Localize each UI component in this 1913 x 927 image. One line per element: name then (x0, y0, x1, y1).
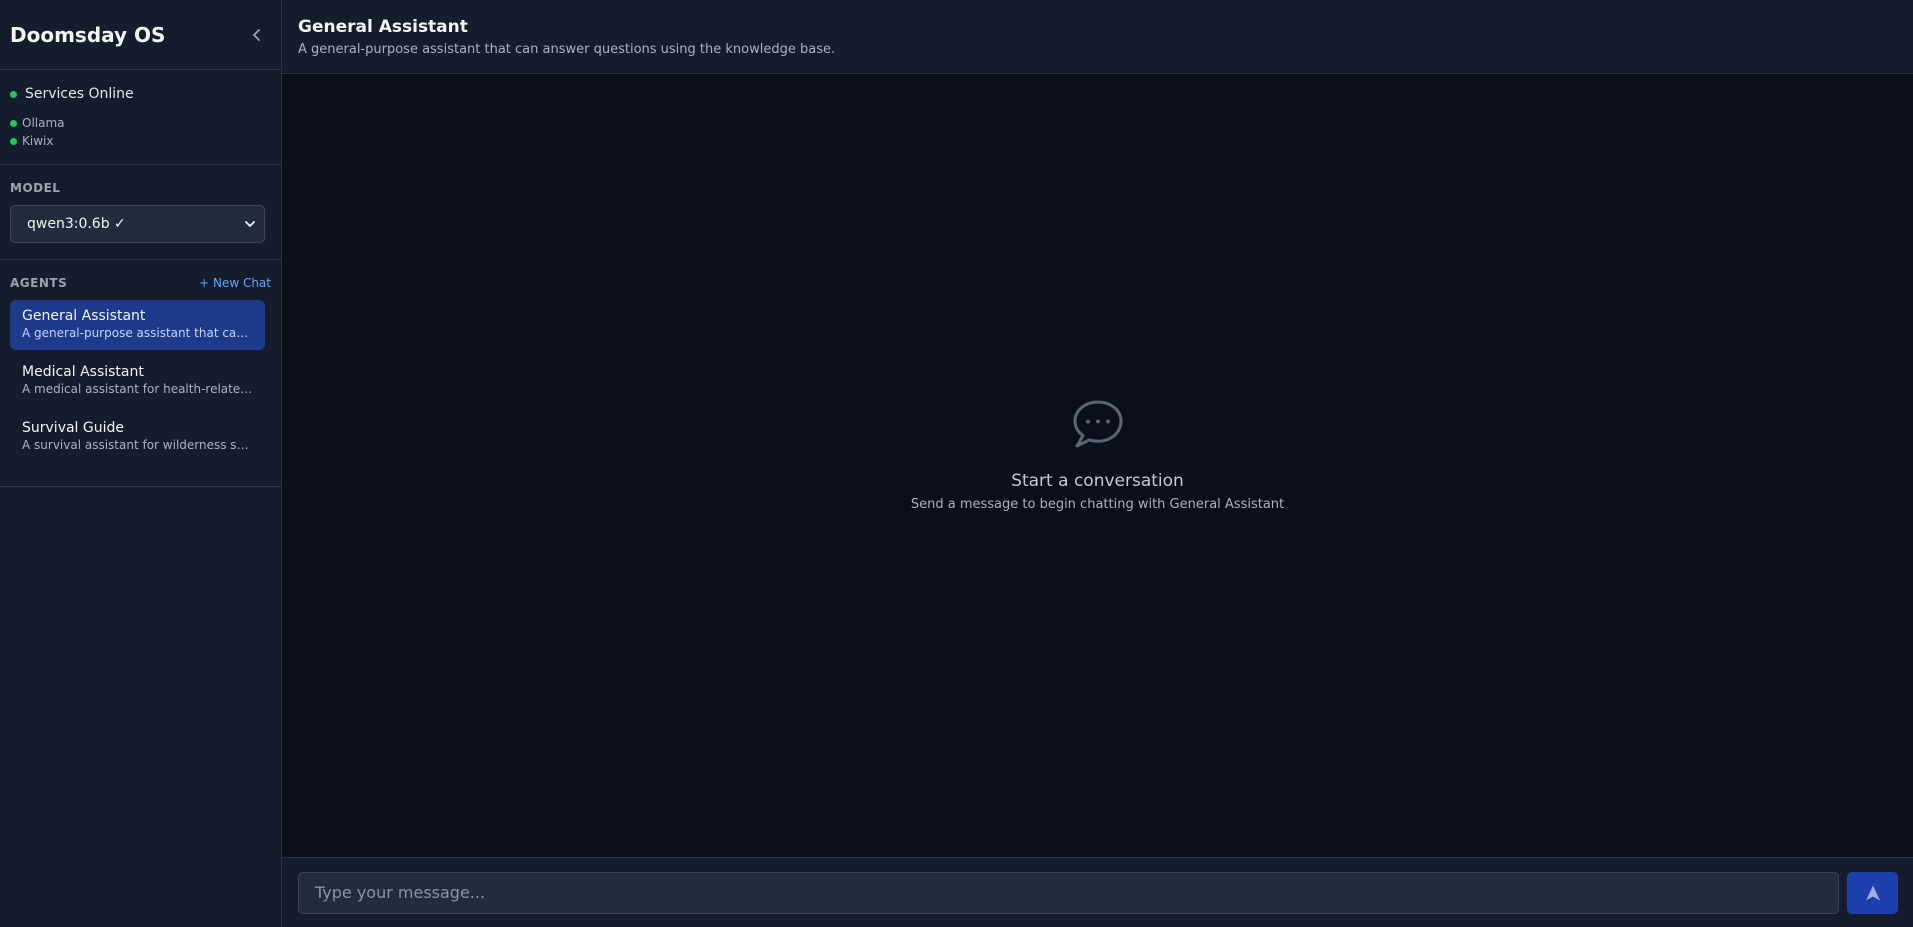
empty-state-title: Start a conversation (1011, 471, 1184, 491)
page-title: General Assistant (298, 17, 468, 37)
app-title: Doomsday OS (10, 22, 166, 47)
service-ollama: Ollama (10, 114, 271, 132)
main-panel: General Assistant A general-purpose assi… (282, 0, 1913, 927)
agents-label: AGENTS (10, 276, 68, 290)
services-online: Services Online (10, 86, 271, 102)
agent-description: A general-purpose assistant that can ans… (22, 326, 253, 340)
chevron-down-icon (245, 221, 255, 227)
service-name: Ollama (22, 116, 65, 130)
status-dot (10, 90, 17, 98)
page-subtitle: A general-purpose assistant that can ans… (298, 42, 836, 57)
agents-header: AGENTS + New Chat (10, 276, 271, 290)
agent-name: General Assistant (22, 308, 146, 324)
model-selected-value: qwen3:0.6b ✓ (27, 216, 126, 232)
service-name: Kiwix (22, 134, 54, 148)
services-status-label: Services Online (25, 86, 134, 102)
new-chat-button[interactable]: + New Chat (199, 276, 271, 290)
agent-name: Survival Guide (22, 420, 125, 436)
message-input[interactable] (298, 871, 1839, 914)
sidebar-header: Doomsday OS (0, 0, 281, 70)
agents-section: AGENTS + New Chat General Assistant A ge… (0, 260, 281, 487)
sidebar: Doomsday OS Services Online Ollama Kiwix… (0, 0, 282, 927)
chat-messages-area: Start a conversation Send a message to b… (282, 74, 1913, 857)
service-kiwix: Kiwix (10, 132, 271, 150)
model-section: MODEL qwen3:0.6b ✓ (0, 165, 281, 260)
agent-item-medical-assistant[interactable]: Medical Assistant A medical assistant fo… (10, 356, 265, 406)
status-dot (10, 119, 17, 127)
status-dot (10, 137, 17, 145)
chevron-left-icon (253, 28, 260, 41)
agent-item-general-assistant[interactable]: General Assistant A general-purpose assi… (10, 300, 265, 350)
services-status: Services Online Ollama Kiwix (0, 70, 281, 165)
chat-bubble-icon (1073, 400, 1122, 448)
agent-item-survival-guide[interactable]: Survival Guide A survival assistant for … (10, 412, 265, 462)
model-label: MODEL (10, 181, 61, 195)
send-arrow-icon (1865, 885, 1880, 900)
empty-state-subtitle: Send a message to begin chatting with Ge… (910, 497, 1285, 512)
collapse-sidebar-button[interactable] (243, 21, 271, 49)
message-composer (282, 857, 1913, 927)
model-select[interactable]: qwen3:0.6b ✓ (10, 205, 265, 243)
send-button[interactable] (1847, 871, 1898, 914)
agent-name: Medical Assistant (22, 364, 144, 380)
chat-header: General Assistant A general-purpose assi… (282, 0, 1913, 74)
agent-description: A medical assistant for health-related q… (22, 382, 253, 396)
agent-description: A survival assistant for wilderness skil… (22, 438, 253, 452)
